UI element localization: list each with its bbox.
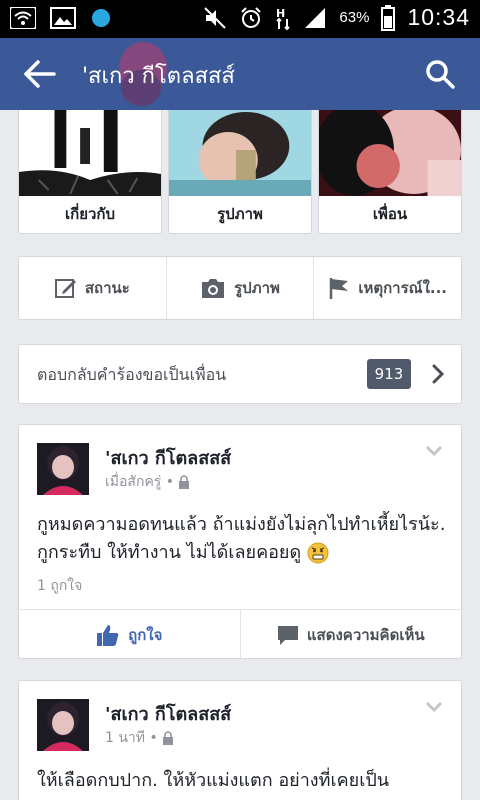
post-time[interactable]: 1 นาที • bbox=[105, 727, 158, 749]
tile-photos[interactable]: รูปภาพ bbox=[168, 110, 312, 234]
mute-icon bbox=[204, 6, 227, 29]
friend-requests-row[interactable]: ตอบกลับคำร้องขอเป็นเพื่อน 913 bbox=[18, 344, 462, 404]
life-event-label: เหตุการณ์ใ... bbox=[358, 279, 447, 297]
photos-photo bbox=[169, 110, 311, 196]
lock-icon bbox=[162, 731, 173, 745]
tile-about-label: เกี่ยวกับ bbox=[64, 205, 116, 223]
photo-button[interactable]: รูปภาพ bbox=[165, 257, 314, 319]
lock-icon bbox=[179, 475, 190, 489]
life-event-button[interactable]: เหตุการณ์ใ... bbox=[313, 257, 461, 319]
post-meta: 1 นาที • bbox=[105, 727, 174, 749]
status-button[interactable]: สถานะ bbox=[19, 257, 166, 319]
post-text: กูหมดความอดทนแล้ว ถ้าแม่งยังไม่ลุกไปทำเห… bbox=[37, 514, 446, 563]
status-label: สถานะ bbox=[84, 279, 130, 297]
post-author[interactable]: 'สเกว กีโตลสสส์ bbox=[105, 443, 231, 472]
battery-percent: 63% bbox=[339, 9, 370, 26]
svg-text:H: H bbox=[276, 7, 285, 20]
avatar[interactable] bbox=[37, 699, 89, 751]
about-photo bbox=[19, 110, 161, 196]
post-author[interactable]: 'สเกว กีโตลสสส์ bbox=[105, 699, 231, 728]
wifi-icon bbox=[10, 7, 36, 29]
alarm-icon bbox=[241, 6, 262, 28]
chevron-right-icon bbox=[432, 364, 445, 384]
comment-icon bbox=[277, 625, 298, 645]
composer-actions: สถานะ รูปภาพ เหตุการณ์ใ... bbox=[18, 256, 462, 320]
thumbs-up-icon bbox=[97, 624, 119, 646]
edit-icon bbox=[54, 279, 76, 298]
post-text-container: ให้เลือดกบปาก. ให้หัวแม่งแตก อย่างที่เคย… bbox=[37, 767, 447, 795]
image-icon bbox=[50, 7, 76, 29]
tile-friends[interactable]: เพื่อน bbox=[318, 110, 462, 234]
chevron-down-icon[interactable] bbox=[425, 701, 443, 713]
battery-icon bbox=[381, 4, 396, 31]
post-action-bar: ถูกใจ แสดงความคิดเห็น bbox=[19, 609, 462, 658]
like-button[interactable]: ถูกใจ bbox=[19, 610, 240, 658]
page-title: 'สเกว กีโตลสสส์ bbox=[82, 64, 235, 89]
feed-post: 'สเกว กีโตลสสส์ 1 นาที • ให้เลือดกบปาก. … bbox=[18, 680, 462, 800]
clock: 10:34 bbox=[407, 4, 470, 30]
photo-label: รูปภาพ bbox=[234, 279, 280, 297]
comment-label: แสดงความคิดเห็น bbox=[306, 625, 425, 644]
chevron-down-icon[interactable] bbox=[425, 445, 443, 457]
tile-friends-label: เพื่อน bbox=[372, 205, 408, 223]
likes-count[interactable]: 1 ถูกใจ bbox=[37, 575, 82, 597]
post-time[interactable]: เมื่อสักครู่ • bbox=[105, 471, 174, 493]
like-label: ถูกใจ bbox=[128, 625, 163, 644]
profile-tiles: เกี่ยวกับ รูปภาพ เพื่อน bbox=[18, 110, 462, 234]
angry-face-emoji-icon bbox=[307, 542, 329, 564]
search-icon[interactable] bbox=[424, 58, 456, 90]
post-text: ให้เลือดกบปาก. ให้หัวแม่งแตก อย่างที่เคย… bbox=[37, 770, 390, 791]
friend-requests-label: ตอบกลับคำร้องขอเป็นเพื่อน bbox=[37, 365, 227, 384]
avatar[interactable] bbox=[37, 443, 89, 495]
feed-post: 'สเกว กีโตลสสส์ เมื่อสักครู่ • กูหมดความ… bbox=[18, 424, 462, 659]
back-arrow-icon[interactable] bbox=[22, 58, 58, 90]
post-meta: เมื่อสักครู่ • bbox=[105, 471, 190, 493]
comment-button[interactable]: แสดงความคิดเห็น bbox=[239, 610, 462, 658]
status-bar: H 63% 10:34 bbox=[0, 0, 480, 38]
friends-photo bbox=[319, 110, 461, 196]
data-arrows-icon: H bbox=[276, 7, 291, 30]
app-bar: 'สเกว กีโตลสสส์ bbox=[0, 38, 480, 110]
camera-icon bbox=[202, 279, 225, 298]
circle-notification-icon bbox=[92, 9, 110, 27]
signal-icon bbox=[305, 7, 326, 28]
tile-about[interactable]: เกี่ยวกับ bbox=[18, 110, 162, 234]
flag-icon bbox=[330, 278, 349, 299]
tile-photos-label: รูปภาพ bbox=[217, 205, 263, 223]
post-text-container: กูหมดความอดทนแล้ว ถ้าแม่งยังไม่ลุกไปทำเห… bbox=[37, 511, 447, 567]
friend-requests-count-badge: 913 bbox=[367, 359, 411, 389]
